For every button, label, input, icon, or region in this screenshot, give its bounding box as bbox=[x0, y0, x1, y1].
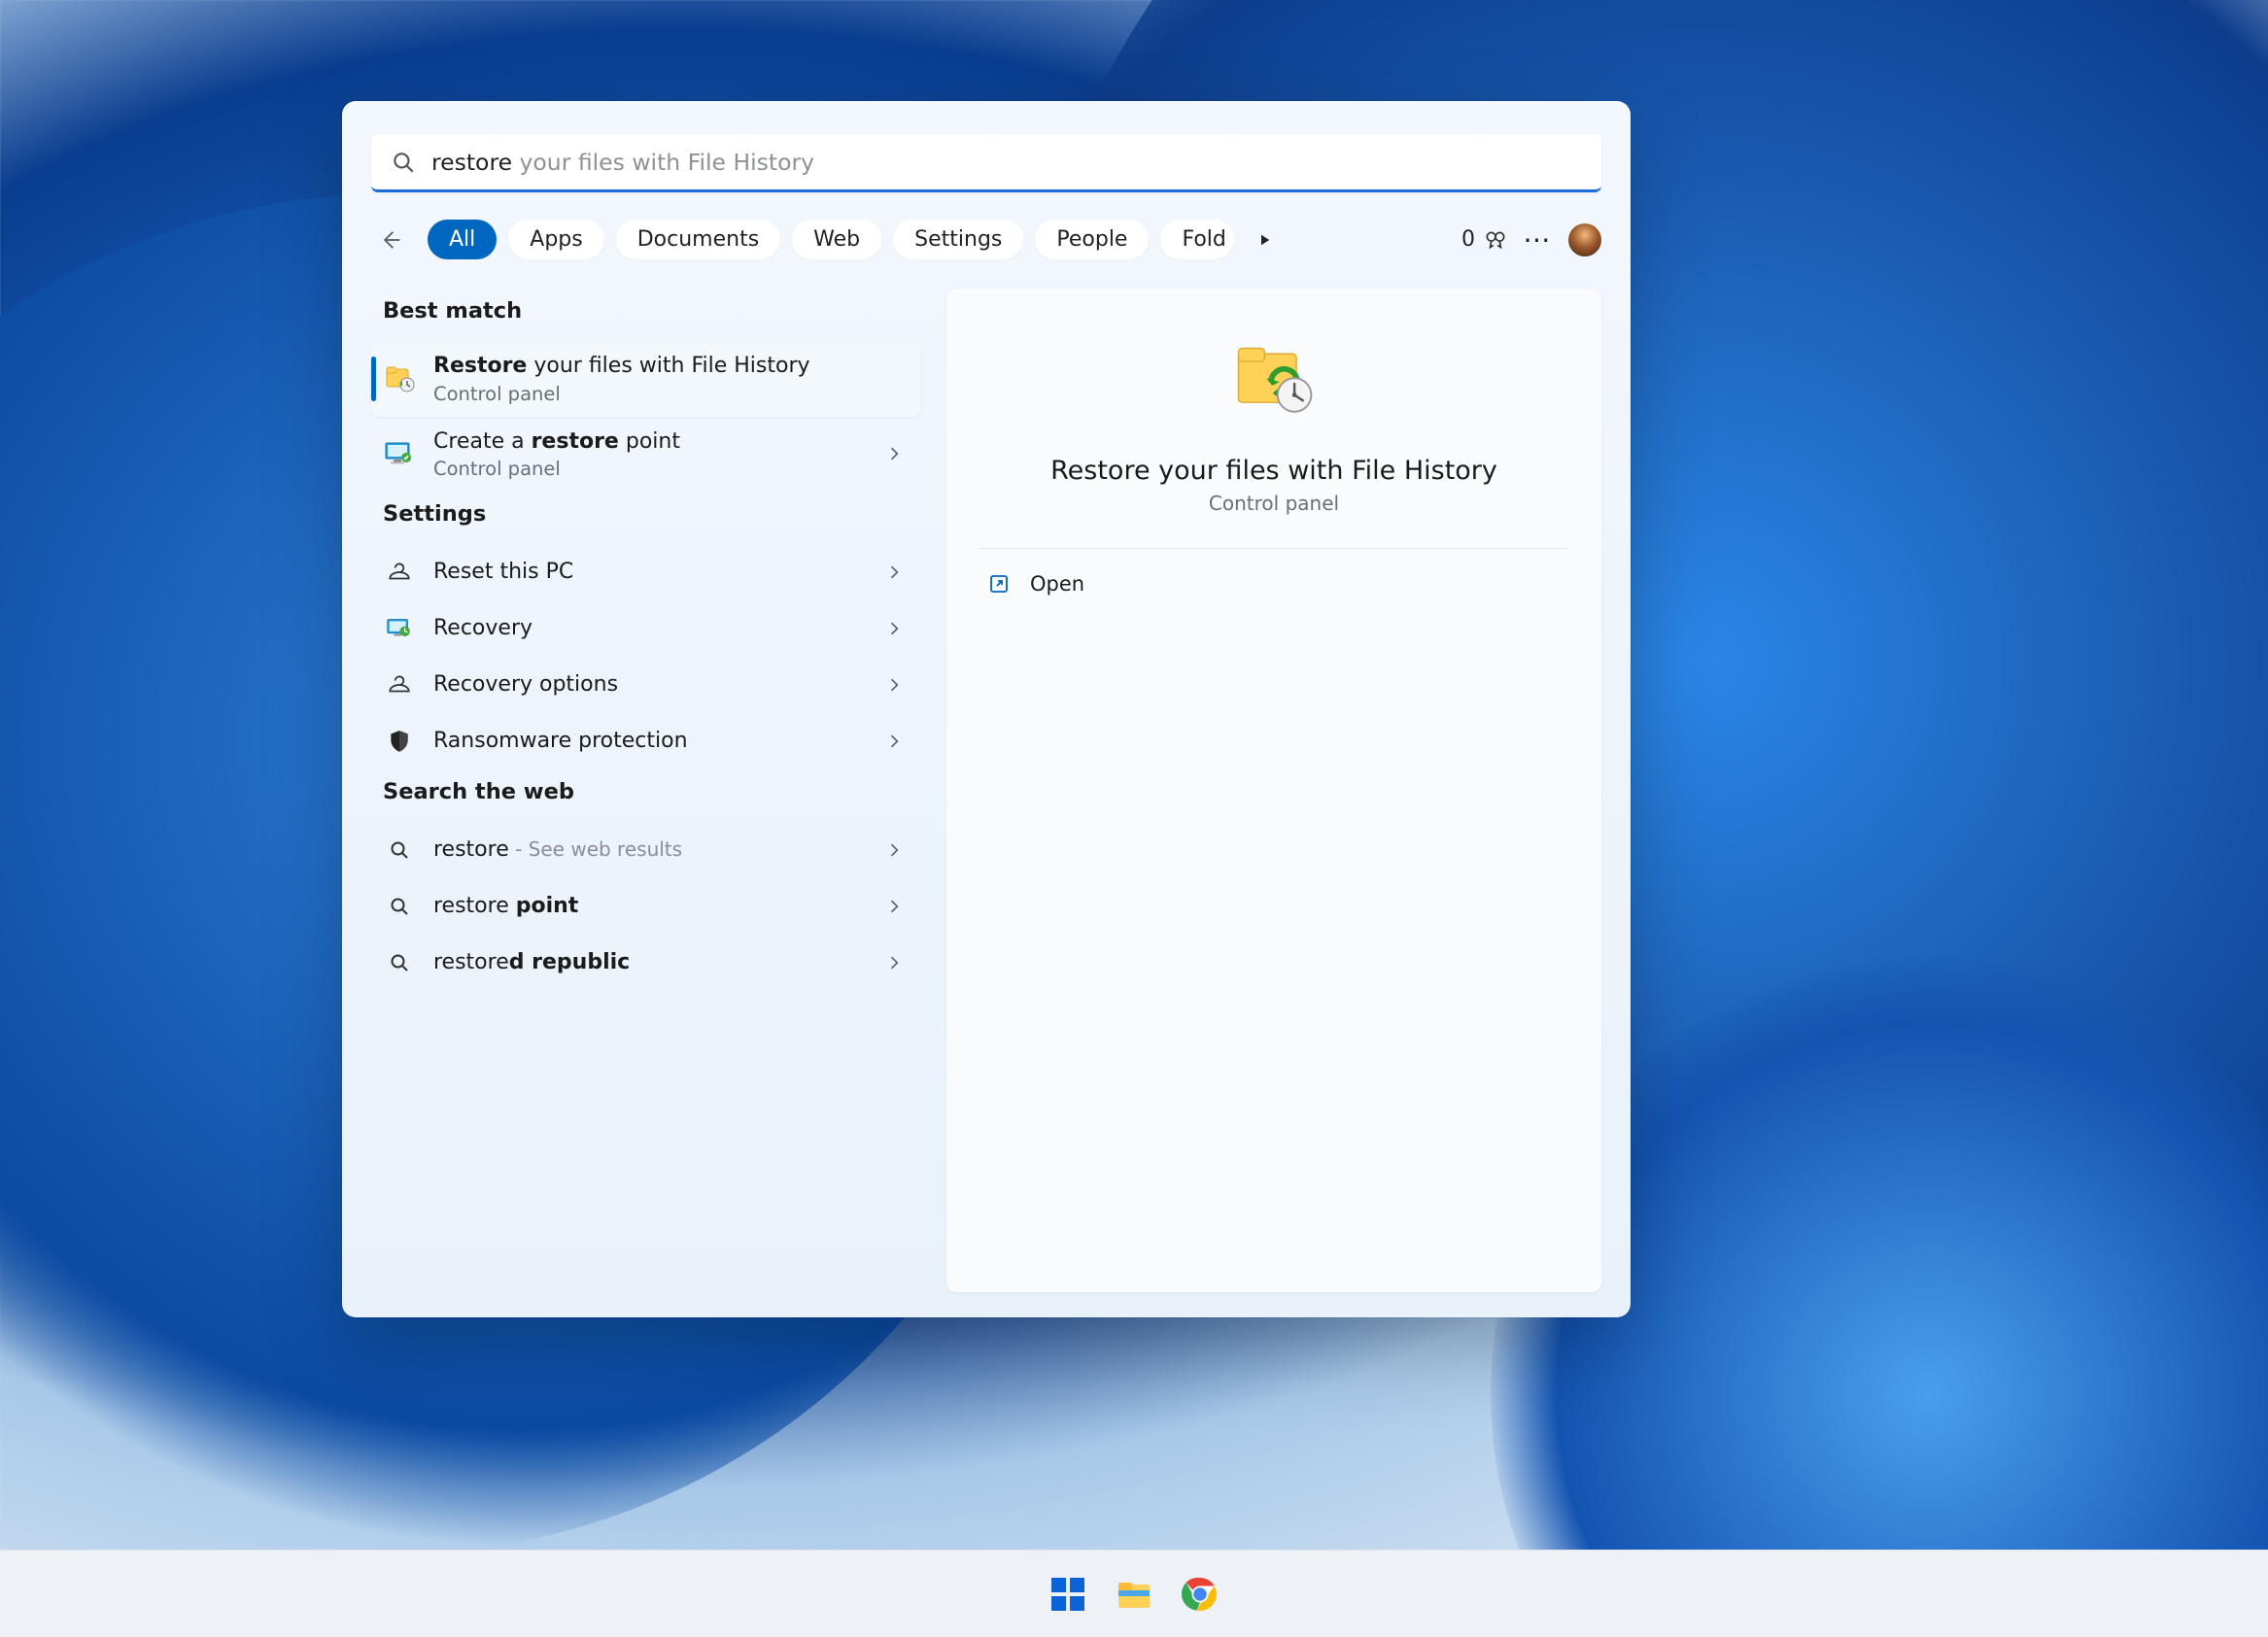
settings-result[interactable]: Reset this PC bbox=[371, 544, 921, 600]
filter-pill-settings[interactable]: Settings bbox=[893, 220, 1023, 259]
more-options[interactable]: ⋯ bbox=[1520, 222, 1557, 258]
result-title: Ransomware protection bbox=[433, 728, 867, 756]
settings-item-icon bbox=[383, 725, 416, 758]
results-column: Best match Restore your files with File … bbox=[371, 289, 921, 1292]
search-typed-text: restore bbox=[431, 149, 512, 176]
chevron-right-icon bbox=[884, 675, 904, 695]
start-button[interactable] bbox=[1047, 1573, 1089, 1616]
file-history-icon-large bbox=[1227, 337, 1321, 430]
filter-pill-documents[interactable]: Documents bbox=[616, 220, 780, 259]
result-title: restore point bbox=[433, 893, 867, 921]
filter-row: AllAppsDocumentsWebSettingsPeopleFold 0 … bbox=[371, 220, 1601, 259]
back-button[interactable] bbox=[371, 221, 410, 259]
preview-title: Restore your files with File History bbox=[979, 456, 1568, 486]
filter-pill-apps[interactable]: Apps bbox=[508, 220, 603, 259]
result-title: Restore your files with File History bbox=[433, 353, 904, 381]
filter-pill-people[interactable]: People bbox=[1035, 220, 1149, 259]
file-explorer-button[interactable] bbox=[1113, 1573, 1155, 1616]
result-title: Reset this PC bbox=[433, 559, 867, 587]
chevron-right-icon bbox=[884, 897, 904, 916]
web-result[interactable]: restore point bbox=[371, 878, 921, 935]
web-result[interactable]: restored republic bbox=[371, 935, 921, 991]
chevron-right-icon bbox=[884, 619, 904, 638]
result-title: Recovery options bbox=[433, 671, 867, 699]
preview-divider bbox=[979, 548, 1568, 549]
scroll-filters-right[interactable] bbox=[1246, 222, 1283, 258]
result-title: restored republic bbox=[433, 949, 867, 977]
open-label: Open bbox=[1030, 572, 1084, 596]
search-input[interactable]: restore your files with File History bbox=[431, 149, 814, 176]
chevron-right-icon bbox=[884, 444, 904, 463]
search-icon bbox=[383, 834, 416, 867]
result-subtitle: Control panel bbox=[433, 458, 867, 480]
preview-open-action[interactable]: Open bbox=[979, 557, 1568, 611]
best-match-header: Best match bbox=[371, 289, 921, 341]
search-input-wrapper[interactable]: restore your files with File History bbox=[371, 134, 1601, 192]
monitor-icon bbox=[383, 437, 416, 470]
filter-pill-all[interactable]: All bbox=[428, 220, 497, 259]
search-window: restore your files with File History All… bbox=[342, 101, 1631, 1317]
rewards-points: 0 bbox=[1461, 227, 1475, 252]
taskbar bbox=[0, 1550, 2268, 1637]
preview-subtitle: Control panel bbox=[979, 492, 1568, 515]
search-icon bbox=[383, 946, 416, 979]
user-avatar[interactable] bbox=[1568, 223, 1601, 256]
chevron-right-icon bbox=[884, 563, 904, 582]
result-create-restore-point[interactable]: Create a restore point Control panel bbox=[371, 417, 921, 493]
search-icon bbox=[391, 150, 416, 175]
settings-item-icon bbox=[383, 612, 416, 645]
search-icon bbox=[383, 890, 416, 923]
result-title: Create a restore point bbox=[433, 428, 867, 457]
result-title: restore - See web results bbox=[433, 836, 867, 865]
open-icon bbox=[987, 572, 1011, 596]
preview-pane: Restore your files with File History Con… bbox=[946, 289, 1601, 1292]
chevron-right-icon bbox=[884, 953, 904, 972]
settings-result[interactable]: Recovery options bbox=[371, 657, 921, 713]
settings-result[interactable]: Recovery bbox=[371, 600, 921, 657]
settings-item-icon bbox=[383, 556, 416, 589]
result-subtitle: Control panel bbox=[433, 383, 904, 405]
chrome-button[interactable] bbox=[1179, 1573, 1221, 1616]
web-result[interactable]: restore - See web results bbox=[371, 822, 921, 878]
search-web-header: Search the web bbox=[371, 769, 921, 822]
filter-pill-web[interactable]: Web bbox=[792, 220, 881, 259]
rewards-icon bbox=[1483, 227, 1508, 253]
result-title: Recovery bbox=[433, 615, 867, 643]
rewards-indicator[interactable]: 0 bbox=[1461, 227, 1508, 253]
chevron-right-icon bbox=[884, 732, 904, 751]
chevron-right-icon bbox=[884, 840, 904, 860]
settings-item-icon bbox=[383, 668, 416, 701]
settings-result[interactable]: Ransomware protection bbox=[371, 713, 921, 769]
file-history-icon bbox=[383, 362, 416, 395]
search-suggestion-suffix: your files with File History bbox=[512, 149, 814, 176]
settings-header: Settings bbox=[371, 492, 921, 544]
result-best-match[interactable]: Restore your files with File History Con… bbox=[371, 341, 921, 417]
filter-pill-fold[interactable]: Fold bbox=[1160, 220, 1233, 259]
